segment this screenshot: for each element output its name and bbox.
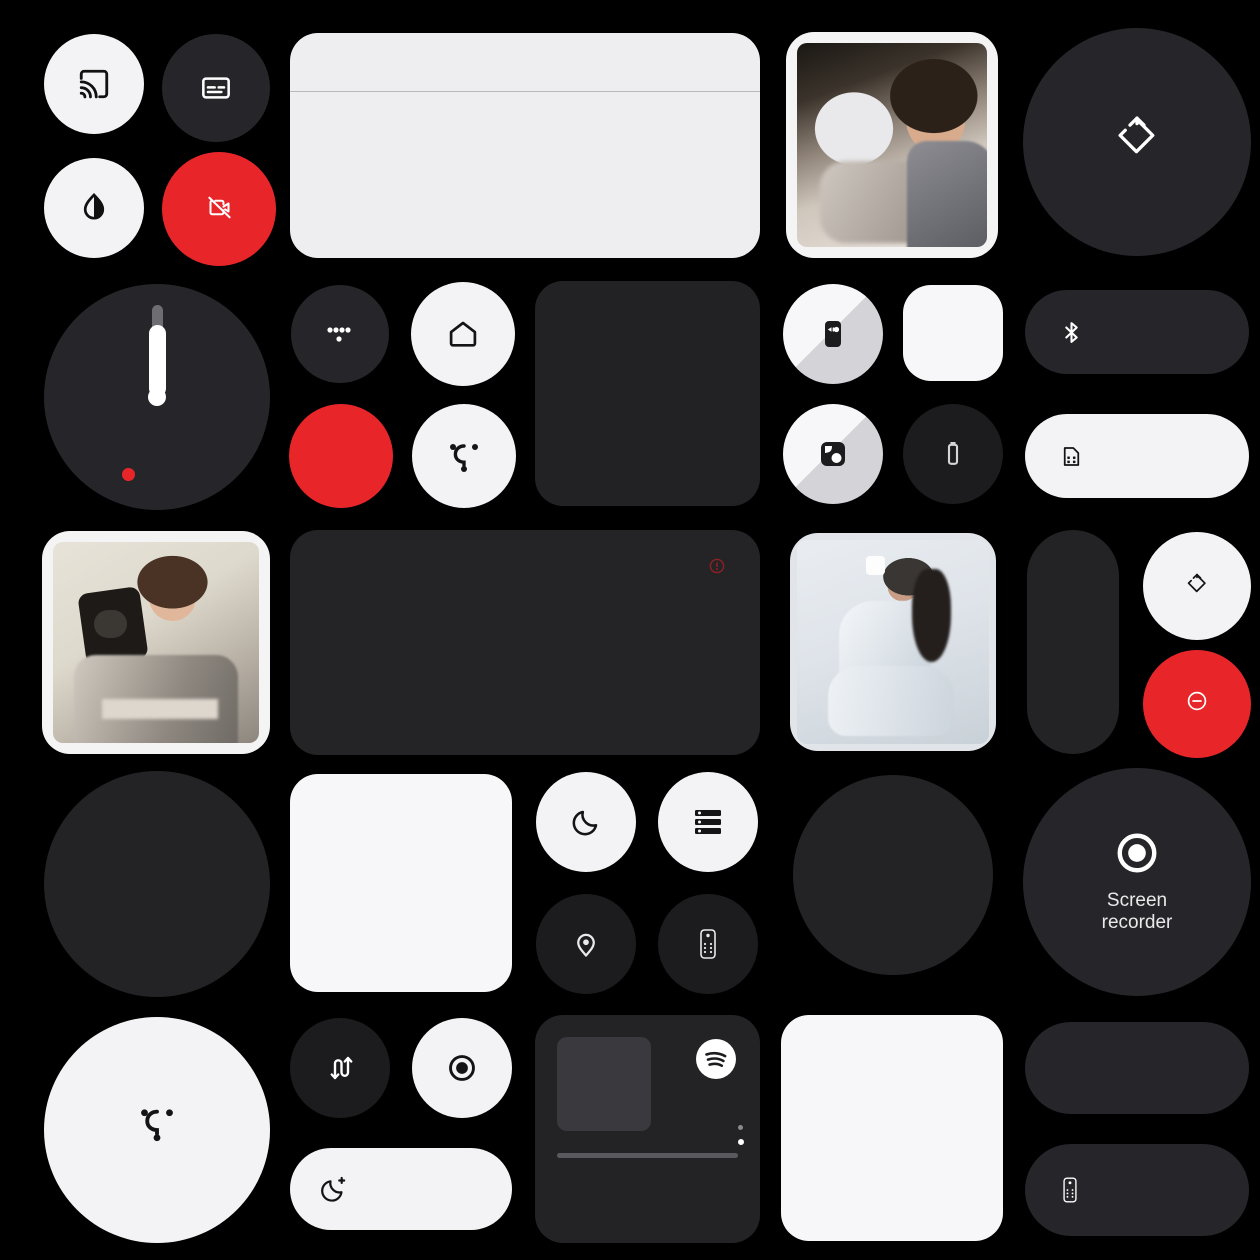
phone-nfc-tile[interactable] [783,284,883,384]
timezone-widget[interactable] [290,774,512,992]
phone-face-tile[interactable] [781,1015,1003,1241]
music-widget[interactable] [535,1015,760,1243]
cast-icon [77,67,111,101]
contrast-droplet-icon [77,191,111,225]
bluetooth-icon [1059,320,1084,345]
photo-image-2 [53,542,259,743]
glyph-face-tile[interactable] [412,404,516,508]
clock-hour-hand [148,325,166,397]
glyph-face-icon [442,434,486,478]
spotify-icon[interactable] [694,1037,738,1081]
album-art[interactable] [557,1037,651,1131]
alert-badge-icon [709,558,725,574]
photo-widget-3[interactable] [790,533,996,751]
remote-icon [1059,1175,1081,1205]
list-tile[interactable] [658,772,758,872]
battery-icon [938,439,968,469]
bedtime-mode-tile[interactable] [290,1148,512,1230]
dots-signal-icon [322,321,358,347]
auto-rotate-tile[interactable] [1023,28,1251,256]
list-icon [692,809,724,835]
remote-tile[interactable] [658,894,758,994]
sim-card-icon [1059,444,1084,469]
compass-widget[interactable] [793,775,993,975]
signal-dots-tile[interactable] [291,285,389,383]
screen-recorder-label-2: recorder [1101,912,1173,933]
weather-widget[interactable] [290,530,760,755]
closed-caption-icon [200,72,232,104]
record-circle-icon [446,1052,478,1084]
screen-recorder-label-1: Screen [1106,890,1168,911]
battery-tile[interactable] [903,404,1003,504]
auto-rotate-white-tile[interactable] [1143,532,1251,640]
shape-tile-icon [816,437,850,471]
heart-dots-tile[interactable] [44,771,270,997]
camera-widget[interactable] [535,281,760,506]
auto-rotate-red-tile[interactable] [1143,650,1251,758]
shape-tile[interactable] [783,404,883,504]
cast-tile[interactable] [44,34,144,134]
moon-icon [570,806,602,838]
moon-tile[interactable] [536,772,636,872]
camera-off-icon [206,194,233,221]
tv-remote-tile[interactable] [1025,1144,1249,1236]
photo-image-1 [797,43,987,247]
music-progress-bar[interactable] [557,1153,738,1158]
dot-clock-light[interactable] [903,285,1003,381]
week-dot-chart[interactable] [290,33,760,258]
contrast-tile[interactable] [44,158,144,258]
clock-hub [148,388,166,406]
home-icon [446,317,480,351]
analog-clock-widget[interactable] [44,284,270,510]
photo-image-3 [797,540,989,744]
chart-baseline [290,91,760,92]
camera-access-tile[interactable] [162,152,276,266]
location-pin-icon [571,929,601,959]
nfc-phone-icon [816,317,850,351]
record-circle-icon [1114,830,1160,876]
temperature-badge[interactable] [289,404,393,508]
page-dot-active[interactable] [738,1139,744,1145]
widget-board: Screen recorder [0,0,1260,1260]
bluetooth-tile[interactable] [1025,290,1249,374]
home-tile[interactable] [411,282,515,386]
glyphs-tile[interactable] [44,1017,270,1243]
location-tile[interactable] [536,894,636,994]
glyph-face-icon [132,1098,182,1148]
call-transfer-tile[interactable] [290,1018,390,1118]
auto-rotate-icon [1186,572,1208,594]
screen-recorder-tile[interactable]: Screen recorder [1023,768,1251,996]
page-dot-inactive[interactable] [738,1125,743,1130]
record-tile[interactable] [412,1018,512,1118]
photo-widget-2[interactable] [42,531,270,754]
minus-circle-icon [1185,689,1209,713]
clock-alarm-dot [122,468,135,481]
moon-star-icon [320,1175,348,1203]
call-transfer-icon [325,1053,355,1083]
caption-tile[interactable] [162,34,270,142]
mobile-data-tile[interactable] [1025,414,1249,498]
auto-rotate-icon [1115,113,1159,157]
photo-widget-1[interactable] [786,32,998,258]
sunny-tile[interactable] [1025,1022,1249,1114]
remote-icon [695,928,721,960]
dot-clock-dark[interactable] [1027,530,1119,754]
